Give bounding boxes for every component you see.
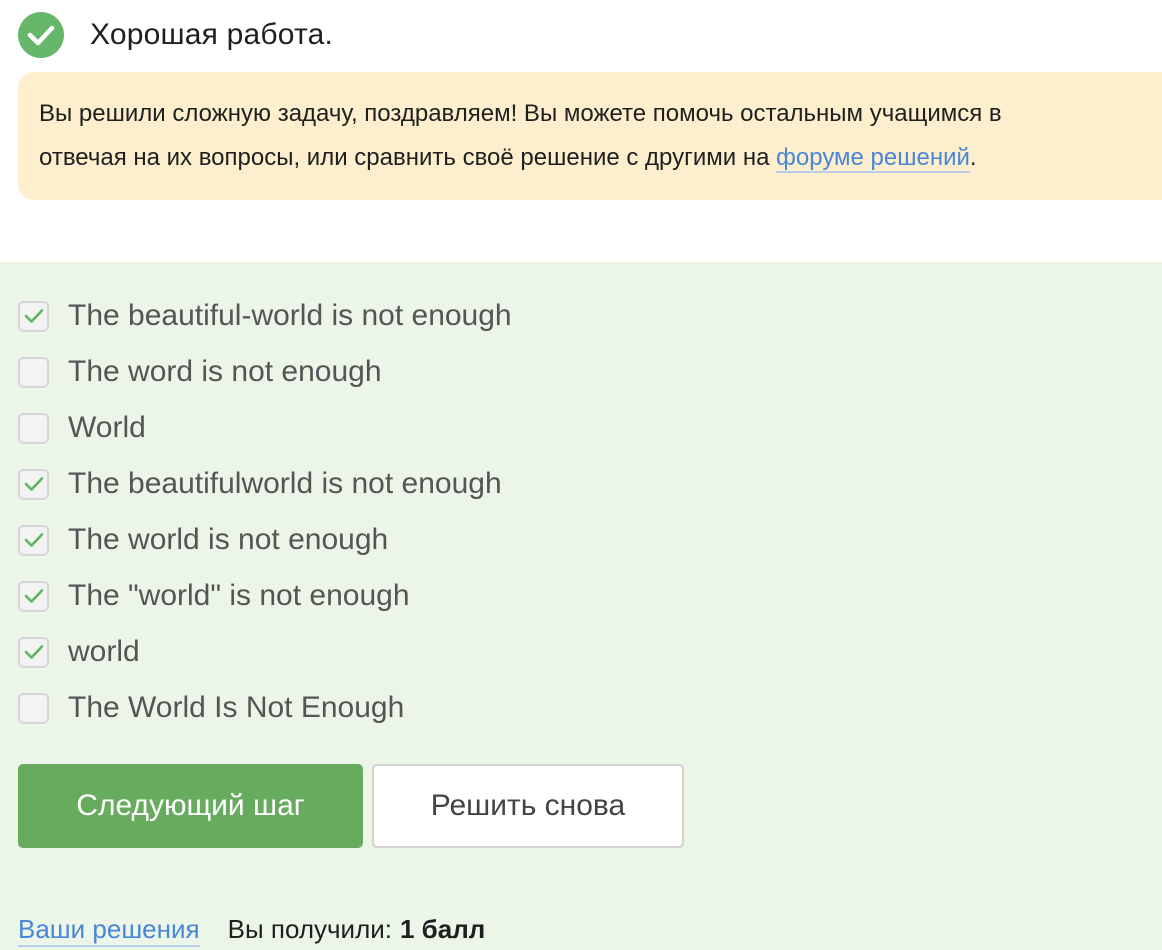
checkmark-icon <box>24 477 43 491</box>
notice-period: . <box>969 144 977 171</box>
option-label: The world is not enough <box>68 523 389 556</box>
success-header: Хорошая работа. <box>18 12 333 58</box>
option-item[interactable]: The beautiful-world is not enough <box>18 298 512 334</box>
option-label: The World Is Not Enough <box>68 691 405 724</box>
solve-again-button[interactable]: Решить снова <box>372 764 684 848</box>
notice-text: отвечая на их вопросы, или сравнить своё… <box>39 144 777 171</box>
quiz-panel: The beautiful-world is not enough The wor… <box>0 262 1162 950</box>
checkbox-unchecked[interactable] <box>18 692 49 724</box>
checkbox-unchecked[interactable] <box>18 356 49 388</box>
option-label: The word is not enough <box>68 355 382 388</box>
solutions-forum-link[interactable]: форуме решений <box>776 144 970 173</box>
checkmark-icon <box>24 589 43 603</box>
option-item[interactable]: The world is not enough <box>18 522 388 558</box>
notice-line-1: Вы решили сложную задачу, поздравляем! В… <box>39 100 1002 127</box>
checkbox-checked[interactable] <box>18 468 49 500</box>
check-circle-icon <box>18 12 64 58</box>
your-solutions-link[interactable]: Ваши решения <box>18 914 200 947</box>
checkbox-checked[interactable] <box>18 636 49 668</box>
option-item[interactable]: The World Is Not Enough <box>18 690 404 726</box>
option-label: World <box>68 411 146 444</box>
score-value: 1 балл <box>400 914 486 944</box>
option-item[interactable]: The word is not enough <box>18 354 382 390</box>
checkmark-icon <box>24 309 43 323</box>
page: Хорошая работа. Вы решили сложную задачу… <box>0 0 1162 950</box>
success-title: Хорошая работа. <box>90 18 334 51</box>
notice-line-2: отвечая на их вопросы, или сравнить своё… <box>39 136 1162 180</box>
checkbox-checked[interactable] <box>18 524 49 556</box>
option-label: The "world" is not enough <box>68 579 410 612</box>
checkbox-unchecked[interactable] <box>18 412 49 444</box>
option-item[interactable]: World <box>18 410 146 446</box>
checkbox-checked[interactable] <box>18 300 49 332</box>
checkmark-icon <box>24 645 43 659</box>
next-step-button[interactable]: Следующий шаг <box>18 764 363 848</box>
option-label: The beautiful-world is not enough <box>68 299 512 332</box>
option-item[interactable]: world <box>18 634 140 670</box>
option-item[interactable]: The "world" is not enough <box>18 578 410 614</box>
congrats-notice: Вы решили сложную задачу, поздравляем! В… <box>18 72 1162 200</box>
checkbox-checked[interactable] <box>18 580 49 612</box>
footer: Ваши решения Вы получили: 1 балл <box>18 914 485 947</box>
option-label: world <box>68 635 140 668</box>
checkmark-icon <box>24 533 43 547</box>
option-item[interactable]: The beautifulworld is not enough <box>18 466 502 502</box>
score-label: Вы получили: <box>227 914 392 944</box>
option-label: The beautifulworld is not enough <box>68 467 502 500</box>
